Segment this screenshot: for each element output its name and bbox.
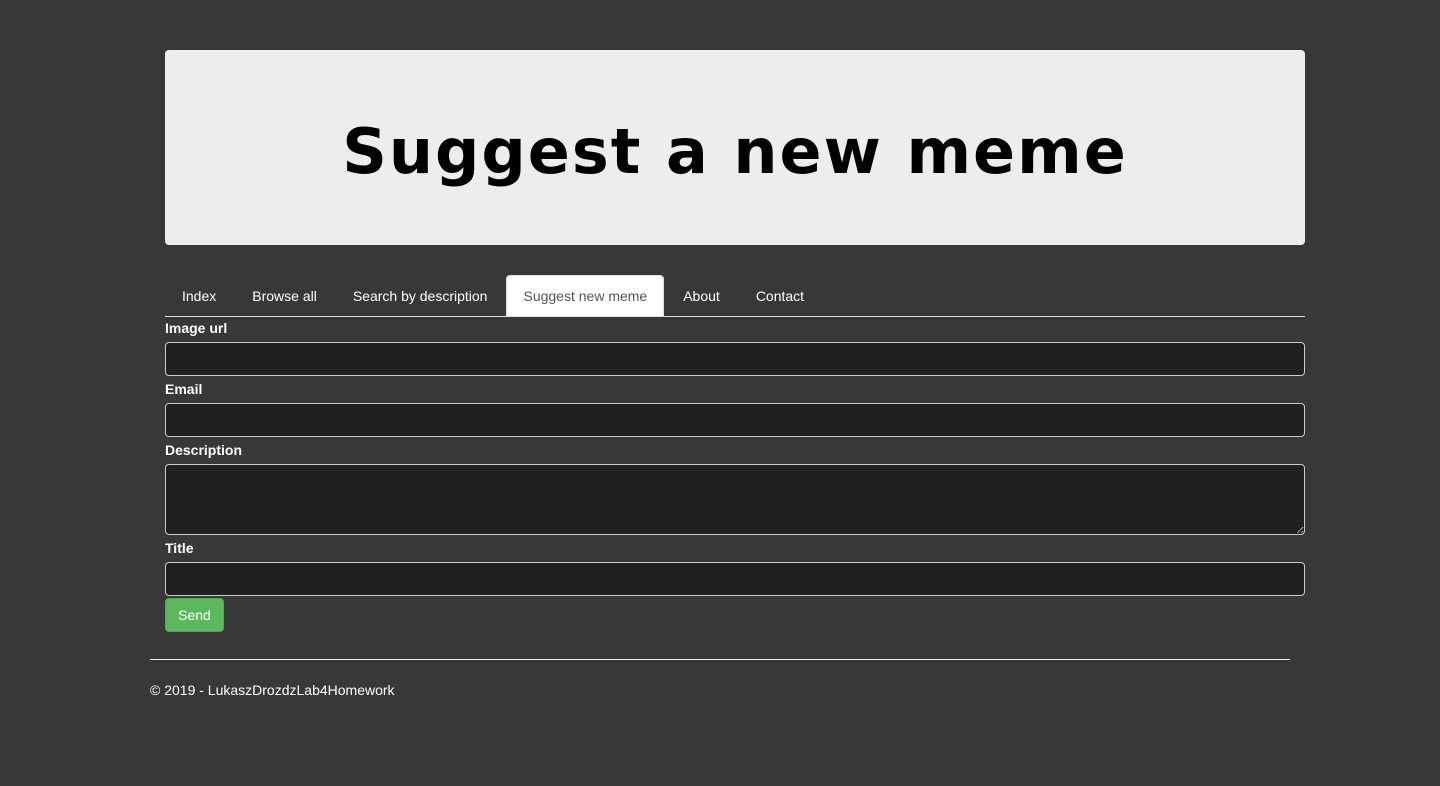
suggest-meme-form: Image url Email Description Title Send — [165, 317, 1305, 632]
footer-copyright: © 2019 - LukaszDrozdzLab4Homework — [150, 682, 395, 698]
nav-tabs: Index Browse all Search by description S… — [165, 275, 1305, 317]
email-input[interactable] — [165, 403, 1305, 437]
tab-browse-all[interactable]: Browse all — [235, 275, 334, 316]
description-label: Description — [165, 442, 243, 458]
title-group: Title — [165, 539, 1305, 598]
footer-divider — [150, 659, 1290, 660]
tab-index[interactable]: Index — [165, 275, 233, 316]
page-title: Suggest a new meme — [342, 115, 1128, 188]
description-group: Description — [165, 441, 1305, 537]
tab-about[interactable]: About — [666, 275, 737, 316]
header-jumbotron: Suggest a new meme — [165, 50, 1305, 245]
email-group: Email — [165, 380, 1305, 439]
send-button[interactable]: Send — [165, 598, 224, 632]
image-url-group: Image url — [165, 319, 1305, 378]
email-label: Email — [165, 381, 203, 397]
image-url-label: Image url — [165, 320, 228, 336]
description-textarea[interactable] — [165, 464, 1305, 535]
title-input[interactable] — [165, 562, 1305, 596]
tab-suggest-new-meme[interactable]: Suggest new meme — [506, 275, 665, 317]
title-label: Title — [165, 540, 194, 556]
tab-search-by-description[interactable]: Search by description — [336, 275, 505, 316]
tab-contact[interactable]: Contact — [739, 275, 821, 316]
image-url-input[interactable] — [165, 342, 1305, 376]
